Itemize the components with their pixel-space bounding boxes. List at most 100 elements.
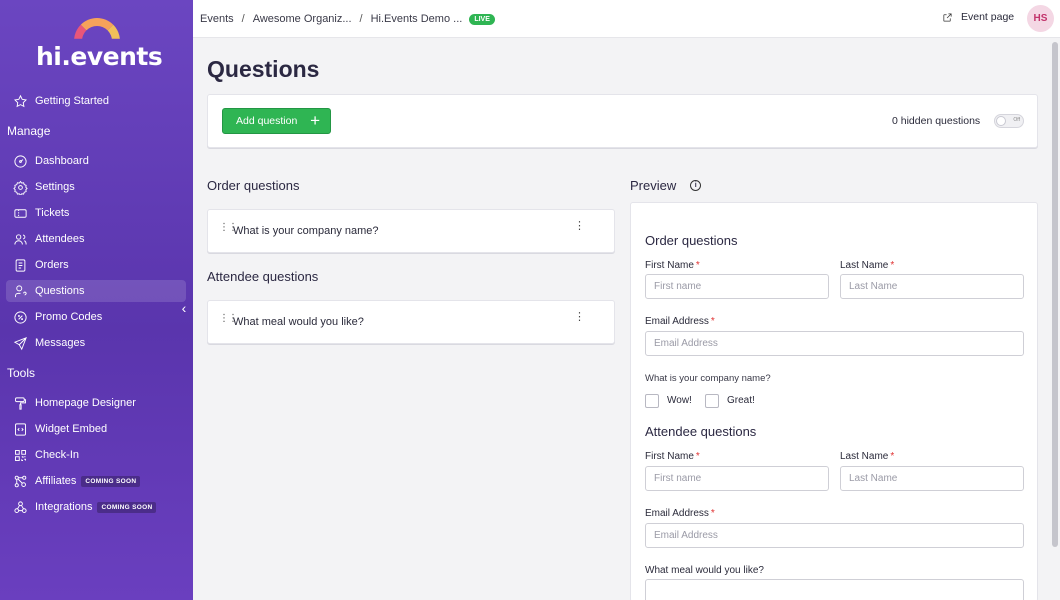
breadcrumb-organizer[interactable]: Awesome Organiz... [253,13,352,25]
paint-roller-icon [12,395,28,411]
receipt-icon [12,257,28,273]
last-name-field[interactable]: Last Name [840,274,1024,299]
discount-icon [12,309,28,325]
drag-handle-icon[interactable]: ⋮⋮ [219,223,238,233]
add-question-label: Add question [236,115,298,127]
nav-integrations[interactable]: Integrations COMING SOON [6,496,186,518]
send-icon [12,335,28,351]
nav-label: Integrations [35,501,93,513]
breadcrumb: Events / Awesome Organiz... / Hi.Events … [200,0,495,38]
nav-homepage-designer[interactable]: Homepage Designer [6,392,186,414]
ticket-icon [12,205,28,221]
question-text: What meal would you like? [233,316,364,328]
order-questions-heading: Order questions [207,178,300,193]
attendee-last-name-field[interactable]: Last Name [840,466,1024,491]
qr-icon [12,447,28,463]
logo-text: hi.events [36,42,163,71]
nav-label: Homepage Designer [35,397,136,409]
email-label: Email Address * [645,316,715,327]
sidebar: hi.events Getting Started Manage Dashboa… [0,0,193,600]
nav-label: Questions [35,285,85,297]
meal-question-label: What meal would you like? [645,565,764,576]
first-name-field[interactable]: First name [645,274,829,299]
more-options-icon[interactable]: ⋮ [574,221,585,232]
nav-widget-embed[interactable]: Widget Embed [6,418,186,440]
section-manage: Manage [7,124,51,138]
meal-answer-field[interactable] [645,579,1024,600]
hi-events-logo[interactable]: hi.events [36,16,163,72]
nav-settings[interactable]: Settings [6,176,186,198]
section-tools: Tools [7,366,36,380]
question-card[interactable]: ⋮⋮ What is your company name? ⋮ [207,209,615,253]
coming-soon-badge: COMING SOON [97,501,157,513]
plus-icon: + [310,111,320,130]
nav-tickets[interactable]: Tickets [6,202,186,224]
nav-label: Widget Embed [35,423,108,435]
gauge-icon [12,153,28,169]
users-icon [12,231,28,247]
embed-icon [12,421,28,437]
affiliate-icon [12,473,28,489]
page-title: Questions [207,56,320,82]
attendee-email-field[interactable]: Email Address [645,523,1024,548]
more-options-icon[interactable]: ⋮ [574,312,585,323]
nav-attendees[interactable]: Attendees [6,228,186,250]
nav-questions[interactable]: Questions [6,280,186,302]
collapse-sidebar-chevron-left-icon[interactable]: ‹ [176,300,192,316]
nav-affiliates[interactable]: Affiliates COMING SOON [6,470,186,492]
event-page-link[interactable]: Event page [942,11,1014,23]
attendee-first-name-label: First Name * [645,451,700,462]
nav-check-in[interactable]: Check-In [6,444,186,466]
coming-soon-badge: COMING SOON [81,475,141,487]
toggle-knob [996,116,1006,126]
checkbox-great-label: Great! [727,395,755,406]
live-badge: LIVE [469,13,495,25]
toggle-state-label: Off [1013,117,1020,123]
breadcrumb-separator: / [359,13,363,25]
preview-heading: Preview i [630,178,702,193]
checkbox-great[interactable] [705,394,719,408]
nav-label: Check-In [35,449,80,461]
page-scrollbar[interactable] [1052,42,1058,547]
nav-label: Getting Started [35,95,109,107]
nav-label: Settings [35,181,75,193]
hidden-questions-count: 0 hidden questions [892,115,981,127]
attendee-email-label: Email Address * [645,508,715,519]
event-page-label: Event page [961,11,1015,23]
gear-icon [12,179,28,195]
nav-getting-started[interactable]: Getting Started [6,90,186,112]
nav-label: Promo Codes [35,311,103,323]
email-field[interactable]: Email Address [645,331,1024,356]
add-question-button[interactable]: Add question + [222,108,331,134]
nav-label: Attendees [35,233,85,245]
nav-messages[interactable]: Messages [6,332,186,354]
first-name-label: First Name * [645,260,700,271]
questions-toolbar: Add question + 0 hidden questions Off [207,94,1038,148]
info-icon[interactable]: i [690,180,702,191]
show-hidden-toggle[interactable]: Off [994,114,1024,128]
preview-attendee-heading: Attendee questions [645,424,757,439]
attendee-first-name-field[interactable]: First name [645,466,829,491]
nav-label: Tickets [35,207,70,219]
question-text: What is your company name? [233,225,379,237]
last-name-label: Last Name * [840,260,895,271]
question-card[interactable]: ⋮⋮ What meal would you like? ⋮ [207,300,615,344]
breadcrumb-event[interactable]: Hi.Events Demo ... [371,13,463,25]
nav-label: Affiliates [35,475,77,487]
preview-panel: Order questions First Name * Last Name * F… [630,202,1038,600]
star-icon [12,93,28,109]
drag-handle-icon[interactable]: ⋮⋮ [219,314,238,324]
nav-label: Dashboard [35,155,89,167]
breadcrumb-events[interactable]: Events [200,13,234,25]
webhook-icon [12,499,28,515]
attendee-last-name-label: Last Name * [840,451,895,462]
nav-label: Messages [35,337,86,349]
avatar[interactable]: HS [1027,5,1054,32]
nav-orders[interactable]: Orders [6,254,186,276]
topbar: Events / Awesome Organiz... / Hi.Events … [193,0,1060,38]
nav-promo-codes[interactable]: Promo Codes [6,306,186,328]
external-link-icon [943,12,952,22]
nav-dashboard[interactable]: Dashboard [6,150,186,172]
breadcrumb-separator: / [241,13,245,25]
checkbox-wow[interactable] [645,394,659,408]
